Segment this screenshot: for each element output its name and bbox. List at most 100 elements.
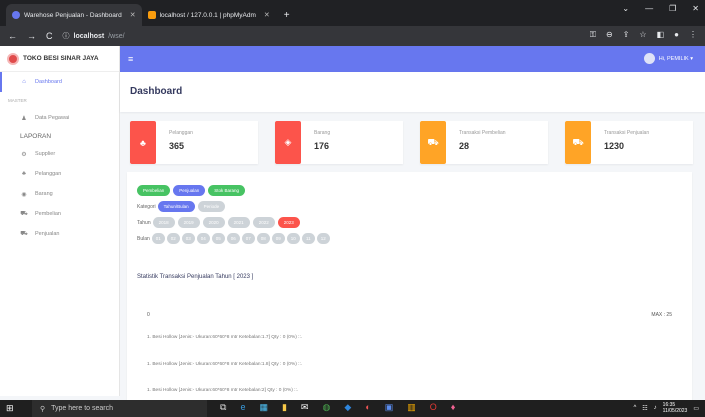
- home-icon: ⌂: [22, 79, 26, 85]
- sidebar: TOKO BESI SINAR JAYA ⌂ Dashboard MASTER …: [0, 46, 120, 396]
- mode-buttons: Pembelian Penjualan Stok Barang: [137, 185, 248, 196]
- sidebar-item-label: Penjualan: [35, 231, 60, 237]
- app-icon[interactable]: ▥: [407, 402, 416, 413]
- month-button[interactable]: 06: [226, 233, 240, 244]
- year-button[interactable]: 2022: [252, 217, 275, 228]
- opera-icon[interactable]: O: [430, 402, 437, 413]
- month-button[interactable]: 09: [271, 233, 285, 244]
- zoom-icon[interactable]: ⊖: [606, 30, 613, 40]
- taskbar-search[interactable]: ⚲ Type here to search: [32, 400, 207, 417]
- statistics-panel: Pembelian Penjualan Stok Barang Kategori…: [127, 172, 692, 402]
- url-field[interactable]: ⓘ localhost/wse/: [63, 31, 125, 41]
- cart-icon: ⛟: [565, 121, 591, 164]
- key-icon[interactable]: ⚿: [590, 30, 596, 40]
- task-view-icon[interactable]: ⧉: [220, 402, 226, 413]
- bulan-row: Bulan 01 02 03 04 05 06 07 08 09 10 11 1…: [137, 233, 332, 244]
- year-button[interactable]: 2020: [202, 217, 225, 228]
- globe-favicon-icon: [12, 11, 20, 19]
- system-tray: ^ ☷ ♪ 16:35 11/05/2023 ▭: [633, 402, 699, 414]
- sidebar-item-supplier[interactable]: ⚙ Supplier: [0, 144, 119, 164]
- month-button[interactable]: 08: [256, 233, 270, 244]
- year-button[interactable]: 2019: [177, 217, 200, 228]
- chevron-up-icon[interactable]: ^: [633, 405, 636, 411]
- month-button[interactable]: 03: [181, 233, 195, 244]
- reload-icon[interactable]: C: [46, 31, 53, 41]
- notifications-icon[interactable]: ▭: [693, 405, 699, 412]
- year-button-selected[interactable]: 2023: [277, 217, 300, 228]
- sidebar-item-dashboard[interactable]: ⌂ Dashboard: [0, 72, 119, 92]
- clock[interactable]: 16:35 11/05/2023: [663, 402, 688, 414]
- forward-icon[interactable]: →: [27, 31, 36, 41]
- sidebar-item-pembelian[interactable]: ⛟ Pembelian: [0, 204, 119, 224]
- minimize-icon[interactable]: —: [645, 4, 653, 13]
- hamburger-menu-icon[interactable]: ≡: [128, 54, 133, 64]
- mail-icon[interactable]: ✉: [301, 402, 309, 413]
- user-icon: ♟: [21, 115, 27, 122]
- year-button[interactable]: 2018: [152, 217, 175, 228]
- user-greeting: Hi, PEMILIK ▾: [658, 55, 693, 62]
- browser-tab-dashboard[interactable]: Warehose Penjualan - Dashboard ✕: [6, 4, 142, 26]
- network-icon[interactable]: ☷: [642, 405, 647, 412]
- file-explorer-icon[interactable]: ▮: [282, 402, 287, 413]
- edge-icon[interactable]: e: [240, 402, 245, 413]
- list-item: 1. Besi Hollow [Jenis:- Ukuran:60*60*8 m…: [147, 388, 299, 393]
- stat-label: Transaksi Pembelian: [459, 130, 506, 136]
- brand[interactable]: TOKO BESI SINAR JAYA: [0, 46, 119, 72]
- word-icon[interactable]: ▣: [385, 402, 394, 413]
- close-tab-icon[interactable]: ✕: [130, 11, 136, 19]
- star-icon[interactable]: ☆: [639, 30, 646, 40]
- list-item: 1. Besi Hollow [Jenis:- Ukuran:60*60*8 m…: [147, 362, 303, 367]
- sidepanel-icon[interactable]: ◧: [657, 30, 665, 40]
- back-icon[interactable]: ←: [8, 31, 17, 41]
- pembelian-button[interactable]: Pembelian: [137, 185, 171, 196]
- sidebar-item-label: Pelanggan: [35, 171, 62, 177]
- tahun-bulan-button[interactable]: Tahun/Bulan: [157, 201, 195, 212]
- volume-icon[interactable]: ♪: [654, 405, 657, 411]
- stat-label: Barang: [314, 130, 331, 136]
- maximize-icon[interactable]: ❐: [669, 4, 676, 13]
- page-header: Dashboard: [120, 72, 705, 112]
- sidebar-item-data-pegawai[interactable]: ♟ Data Pegawai: [0, 108, 119, 128]
- vscode-icon[interactable]: ◆: [344, 402, 351, 413]
- tab-search-icon[interactable]: ⌄: [622, 4, 629, 13]
- close-tab-icon[interactable]: ✕: [264, 11, 270, 19]
- cart-icon: ⛟: [20, 231, 28, 237]
- app-icon[interactable]: ◐: [365, 402, 370, 413]
- month-button[interactable]: 04: [196, 233, 210, 244]
- stok-barang-button[interactable]: Stok Barang: [208, 185, 246, 196]
- close-window-icon[interactable]: ✕: [692, 4, 699, 13]
- profile-icon[interactable]: ●: [674, 30, 679, 40]
- share-icon[interactable]: ⇪: [623, 30, 630, 40]
- sidebar-item-barang[interactable]: ◉ Barang: [0, 184, 119, 204]
- month-button[interactable]: 07: [241, 233, 255, 244]
- user-menu[interactable]: Hi, PEMILIK ▾: [643, 53, 693, 64]
- month-button[interactable]: 01: [151, 233, 165, 244]
- tahun-row: Tahun 2018 2019 2020 2021 2022 2023: [137, 217, 303, 228]
- stat-card-transaksi-penjualan: ⛟ Transaksi Penjualan 1230: [565, 121, 693, 164]
- store-icon[interactable]: ▦: [259, 402, 268, 413]
- stat-card-pelanggan: ♣ Pelanggan 365: [130, 121, 258, 164]
- periode-button[interactable]: Periode: [197, 201, 226, 212]
- browser-tab-phpmyadmin[interactable]: localhost / 127.0.0.1 | phpMyAdm ✕: [142, 4, 276, 26]
- sidebar-section-master: MASTER: [8, 97, 27, 103]
- browser-toolbar-icons: ⚿ ⊖ ⇪ ☆ ◧ ● ⋮: [590, 30, 697, 40]
- new-tab-button[interactable]: +: [276, 4, 298, 26]
- month-button[interactable]: 02: [166, 233, 180, 244]
- kategori-row: Kategori Tahun/Bulan Periode: [137, 201, 228, 212]
- month-button[interactable]: 11: [301, 233, 315, 244]
- tahun-label: Tahun: [137, 219, 151, 226]
- app-icon[interactable]: ♦: [451, 402, 456, 413]
- windows-start-icon[interactable]: ⊞: [6, 403, 14, 414]
- sidebar-item-penjualan[interactable]: ⛟ Penjualan: [0, 224, 119, 244]
- kategori-label: Kategori: [137, 203, 156, 210]
- penjualan-button[interactable]: Penjualan: [173, 185, 206, 196]
- menu-dots-icon[interactable]: ⋮: [689, 30, 697, 40]
- chrome-icon[interactable]: ◍: [322, 402, 330, 413]
- page-title: Dashboard: [130, 86, 183, 97]
- month-button[interactable]: 12: [316, 233, 330, 244]
- sidebar-item-pelanggan[interactable]: ♣ Pelanggan: [0, 164, 119, 184]
- brand-logo-icon: [7, 52, 19, 65]
- month-button[interactable]: 05: [211, 233, 225, 244]
- month-button[interactable]: 10: [286, 233, 300, 244]
- year-button[interactable]: 2021: [227, 217, 250, 228]
